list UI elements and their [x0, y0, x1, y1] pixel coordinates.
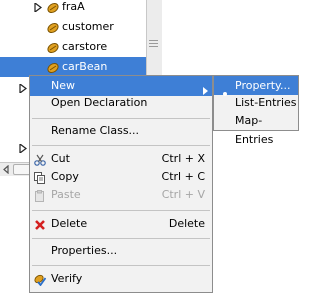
verify-icon	[34, 273, 47, 287]
menu-item-properties[interactable]: Properties...	[30, 241, 212, 261]
submenu-item-label: Map-Entries	[235, 114, 274, 146]
menu-item-delete[interactable]: Delete Delete	[30, 214, 212, 234]
menu-item-label: Cut	[51, 152, 70, 165]
menu-item-label: Delete	[51, 217, 88, 230]
menu-item-shortcut: Ctrl + V	[161, 188, 205, 201]
menu-item-verify[interactable]: Verify	[30, 269, 212, 289]
menu-separator	[32, 145, 210, 146]
expand-arrow-icon[interactable]	[19, 142, 27, 156]
menu-item-copy[interactable]: Copy Ctrl + C	[30, 167, 212, 187]
scroll-left-icon[interactable]	[2, 164, 11, 175]
bean-icon	[47, 21, 59, 34]
tree-item-label: customer	[62, 20, 114, 33]
menu-separator	[32, 265, 210, 266]
menu-item-rename-class[interactable]: Rename Class...	[30, 121, 212, 141]
tree-item-carstore[interactable]: carstore	[0, 37, 146, 57]
scrollbar-grip[interactable]	[149, 38, 158, 48]
tree-item-label: fraA	[62, 0, 85, 13]
tree-item-label: carBean	[62, 60, 108, 73]
tree-item-label: carstore	[62, 40, 108, 53]
menu-item-shortcut: Ctrl + X	[161, 152, 205, 165]
menu-item-label: Properties...	[51, 244, 118, 257]
cut-icon	[34, 153, 46, 166]
menu-item-label: Paste	[51, 188, 81, 201]
menu-item-label: Rename Class...	[51, 124, 140, 137]
menu-item-cut[interactable]: Cut Ctrl + X	[30, 149, 212, 169]
menu-item-shortcut: Ctrl + C	[161, 170, 205, 183]
submenu-item-map-entries[interactable]: Map-Entries	[214, 111, 298, 146]
expand-arrow-icon[interactable]	[19, 82, 27, 96]
delete-icon	[34, 218, 46, 230]
menu-item-label: Verify	[51, 272, 83, 285]
menu-separator	[32, 238, 210, 239]
paste-icon	[34, 189, 46, 202]
menu-separator	[32, 118, 210, 119]
bean-icon	[47, 1, 59, 14]
submenu-item-label: List-Entries	[235, 96, 297, 109]
context-menu: New Open Declaration Rename Class... Cut…	[29, 75, 213, 293]
new-submenu: Property... List-Entries Map-Entries	[213, 75, 299, 146]
menu-item-label: Copy	[51, 170, 79, 183]
copy-icon	[34, 171, 46, 184]
bean-icon	[47, 61, 59, 74]
expand-arrow-icon[interactable]	[34, 0, 44, 17]
bullet-icon	[223, 83, 227, 96]
tree-item-customer[interactable]: customer	[0, 17, 146, 37]
tree-item-carBean[interactable]: carBean	[0, 57, 146, 77]
menu-item-paste[interactable]: Paste Ctrl + V	[30, 185, 212, 205]
menu-item-label: Open Declaration	[51, 96, 148, 109]
menu-item-shortcut: Delete	[168, 217, 205, 230]
menu-item-open-declaration[interactable]: Open Declaration	[30, 93, 212, 113]
tree-item-fraA[interactable]: fraA	[0, 0, 146, 17]
menu-separator	[32, 210, 210, 211]
bean-icon	[47, 41, 59, 54]
submenu-item-list-entries[interactable]: List-Entries	[214, 93, 298, 112]
